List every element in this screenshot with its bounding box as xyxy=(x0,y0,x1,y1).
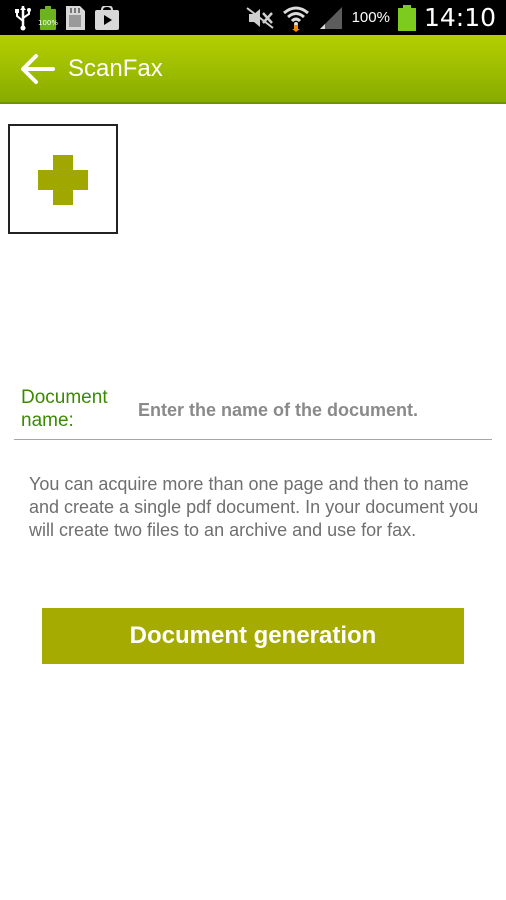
battery-icon: 100% xyxy=(38,5,59,30)
add-page-button[interactable] xyxy=(8,124,118,234)
mute-icon xyxy=(245,6,274,29)
action-bar: ScanFax xyxy=(0,35,506,104)
battery-percent: 100% xyxy=(351,9,390,26)
wifi-icon xyxy=(282,6,309,32)
app-title: ScanFax xyxy=(68,55,163,82)
usb-icon xyxy=(15,5,31,30)
status-left-icons: 100% xyxy=(14,4,120,31)
signal-icon xyxy=(319,6,342,29)
arrow-left-icon[interactable] xyxy=(20,53,56,85)
info-text: You can acquire more than one page and t… xyxy=(29,474,479,540)
status-bar: 100% 100% 14:10 xyxy=(0,0,506,35)
clock-time: 14:10 xyxy=(423,3,496,32)
battery-small-label: 100% xyxy=(38,18,59,27)
document-generation-button[interactable]: Document generation xyxy=(42,608,464,664)
document-name-input[interactable] xyxy=(136,395,490,425)
document-name-label: Document name: xyxy=(21,387,108,431)
play-store-icon xyxy=(95,5,119,30)
input-underline xyxy=(14,439,492,440)
sd-card-icon xyxy=(66,5,85,30)
battery-icon xyxy=(397,4,416,31)
status-right-icons: 100% 14:10 xyxy=(245,0,496,35)
